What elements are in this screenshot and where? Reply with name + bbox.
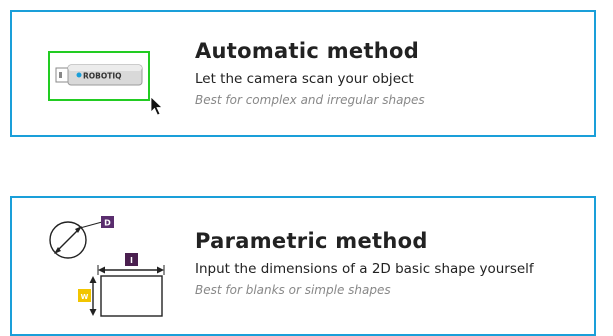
svg-text:W: W (81, 293, 89, 301)
shape-dimensions-illustration: D l W (49, 216, 165, 317)
mouse-cursor-icon (150, 96, 163, 116)
camera-scan-illustration: ROBOTIQ (48, 51, 163, 116)
rectangle-dimensions-diagram: l W (78, 253, 165, 317)
svg-text:D: D (104, 219, 111, 228)
card-subtitle: Let the camera scan your object (195, 71, 414, 87)
svg-text:l: l (130, 256, 133, 265)
parametric-method-card[interactable]: D l W Parametric method Input the dimens… (10, 196, 596, 336)
card-subtitle: Input the dimensions of a 2D basic shape… (195, 261, 534, 277)
card-title: Automatic method (195, 39, 420, 63)
automatic-method-card[interactable]: ROBOTIQ Automatic method Let the camera … (10, 10, 596, 137)
card-hint: Best for complex and irregular shapes (195, 93, 425, 107)
circle-diameter-diagram: D (49, 216, 114, 259)
device-logo: ROBOTIQ (83, 72, 122, 81)
card-title: Parametric method (195, 229, 428, 253)
card-hint: Best for blanks or simple shapes (195, 283, 391, 297)
